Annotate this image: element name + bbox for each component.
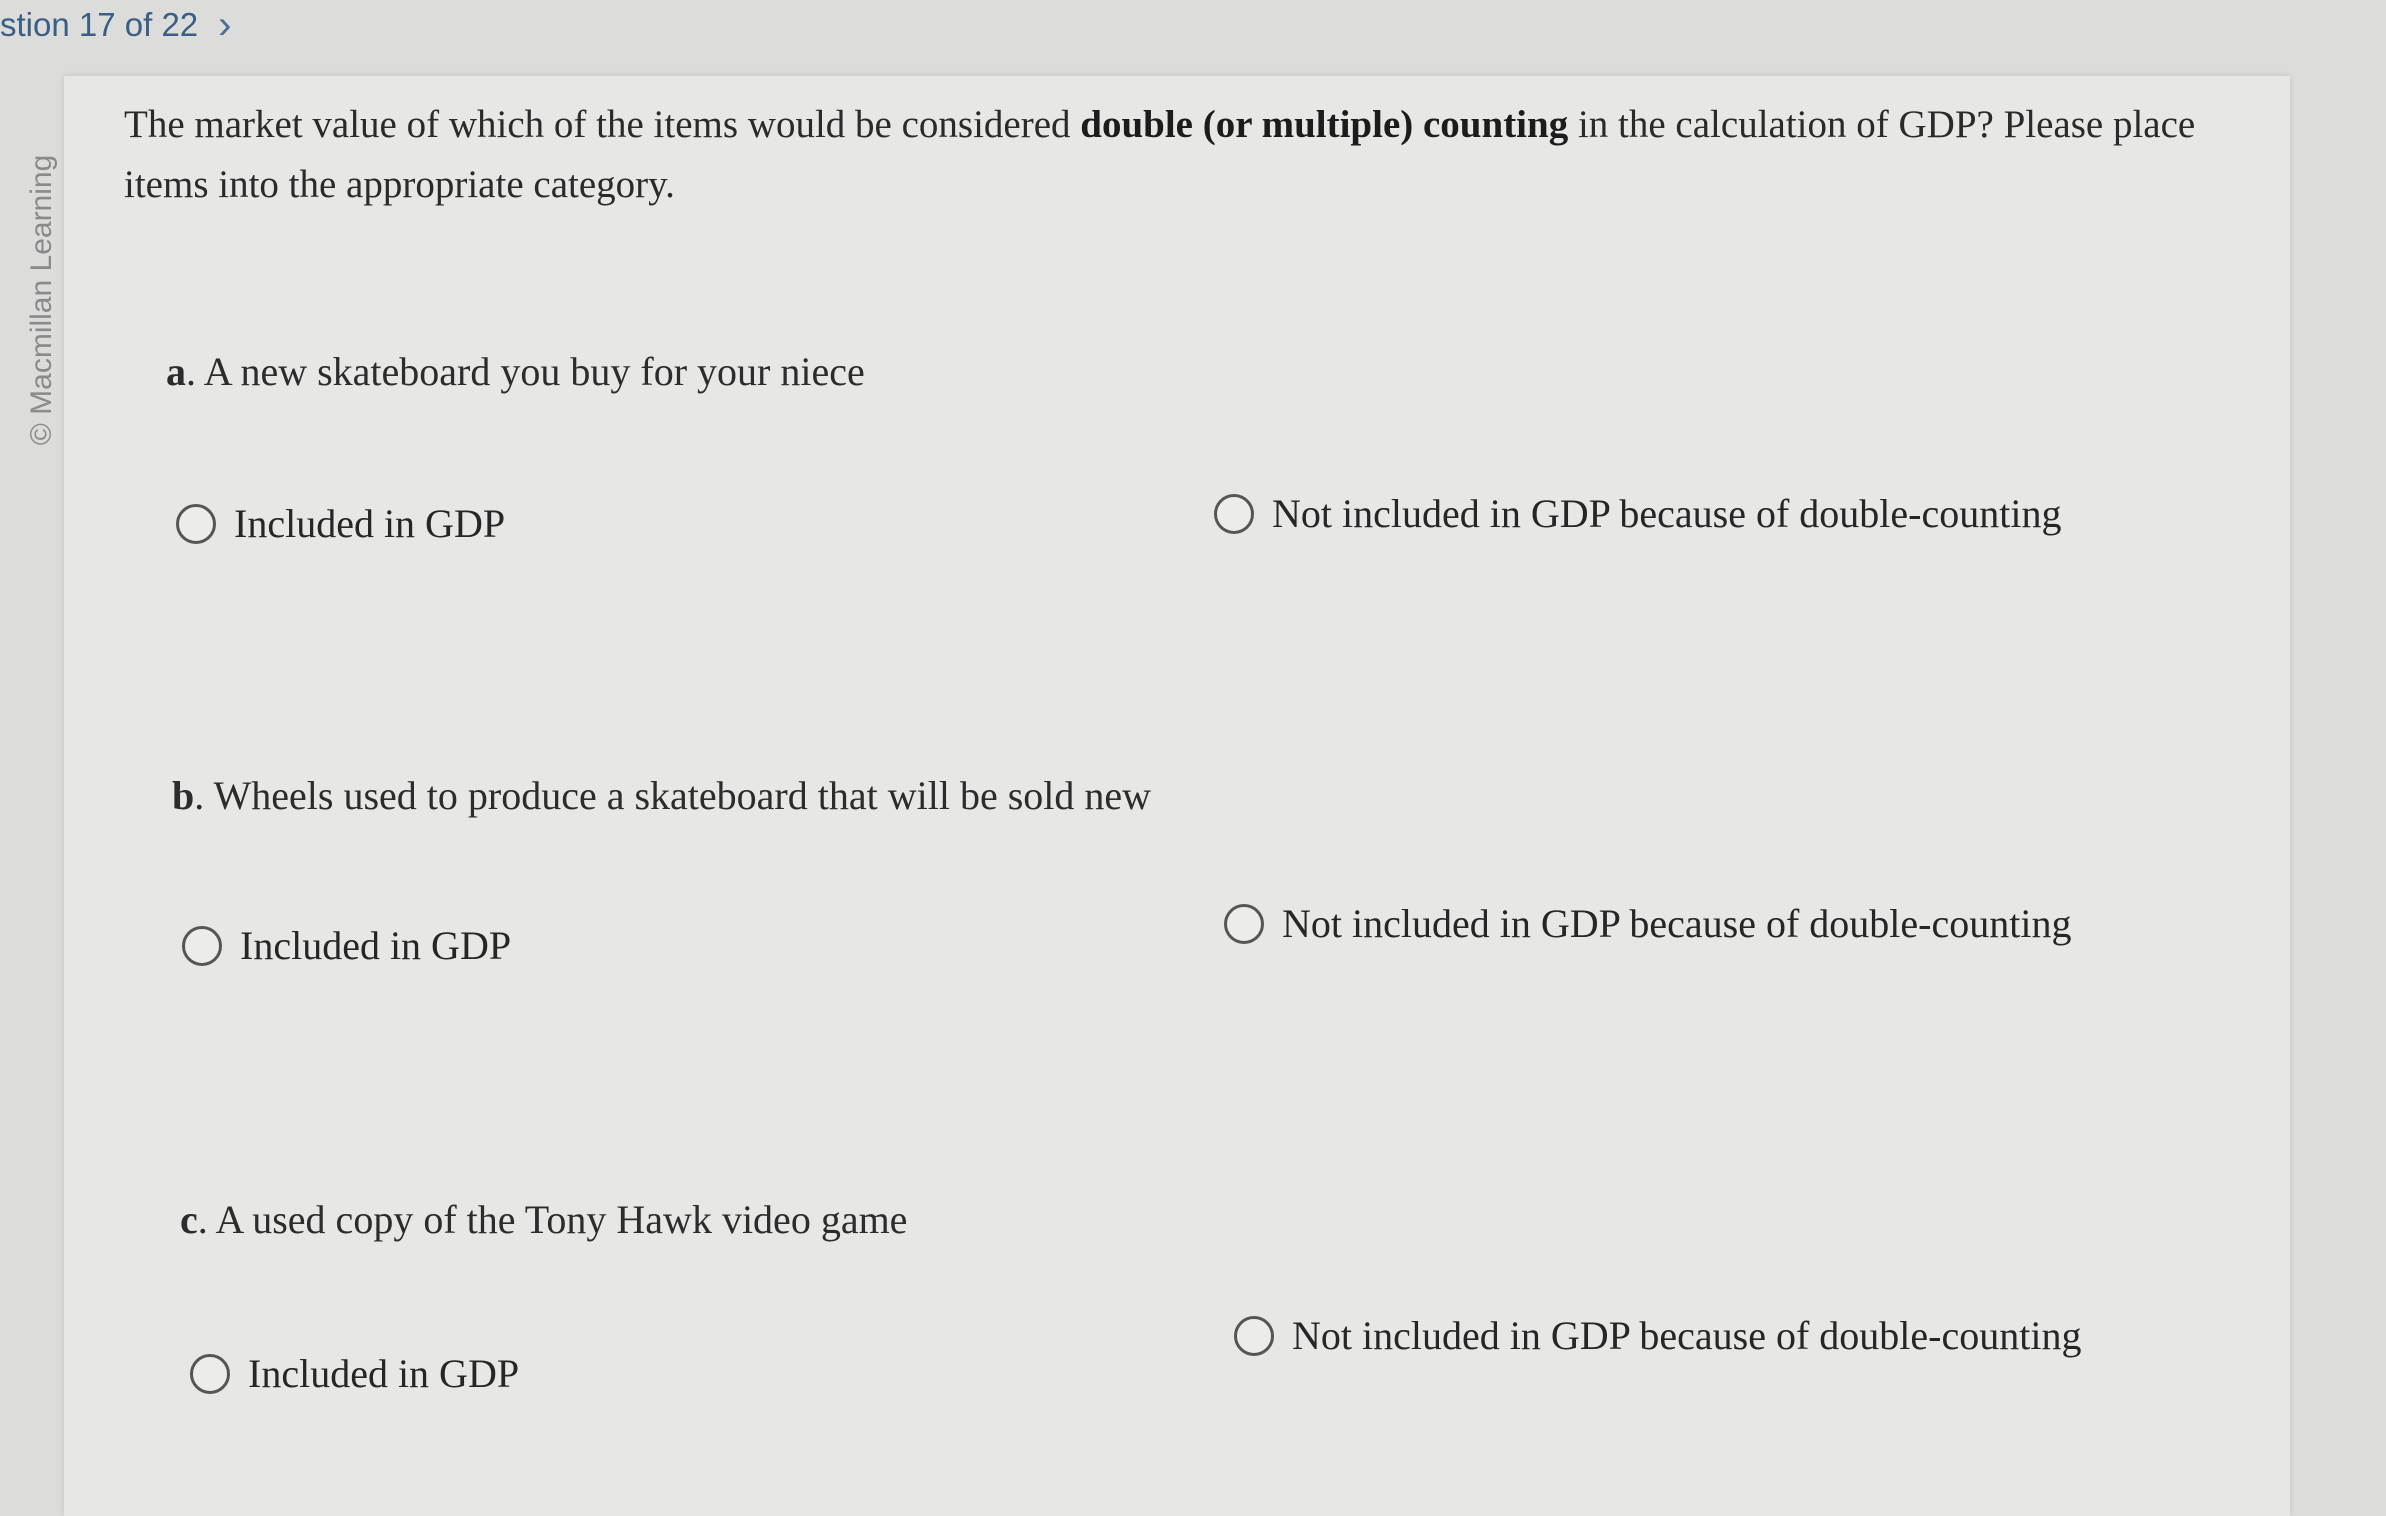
option-label: Included in GDP xyxy=(248,1351,520,1396)
chevron-right-icon[interactable]: › xyxy=(218,3,231,48)
question-counter: stion 17 of 22 xyxy=(0,6,199,43)
item-text: . A new skateboard you buy for your niec… xyxy=(186,349,865,394)
item-c-label: c. A used copy of the Tony Hawk video ga… xyxy=(180,1196,907,1243)
option-label: Not included in GDP because of double-co… xyxy=(1282,901,2072,946)
item-c-option-included[interactable]: Included in GDP xyxy=(190,1350,519,1397)
item-c-option-not-included[interactable]: Not included in GDP because of double-co… xyxy=(1234,1312,2081,1359)
question-prompt: The market value of which of the items w… xyxy=(124,95,2214,215)
item-a-option-not-included[interactable]: Not included in GDP because of double-co… xyxy=(1214,490,2061,537)
question-navigation: stion 17 of 22 › xyxy=(0,0,231,50)
option-label: Included in GDP xyxy=(240,923,512,968)
option-label: Included in GDP xyxy=(234,501,506,546)
radio-button[interactable] xyxy=(1214,493,1254,534)
item-letter: a xyxy=(166,349,186,394)
item-text: . Wheels used to produce a skateboard th… xyxy=(194,773,1152,818)
prompt-text: The market value of which of the items w… xyxy=(124,103,1081,146)
radio-button[interactable] xyxy=(182,925,222,966)
copyright-notice: © Macmillan Learning xyxy=(22,130,62,470)
item-letter: b xyxy=(172,773,195,818)
prompt-emphasis: double (or multiple) counting xyxy=(1080,103,1569,146)
item-letter: c xyxy=(180,1197,198,1242)
option-label: Not included in GDP because of double-co… xyxy=(1272,491,2062,536)
radio-button[interactable] xyxy=(176,503,216,544)
item-b-option-included[interactable]: Included in GDP xyxy=(182,922,511,969)
item-a-option-included[interactable]: Included in GDP xyxy=(176,500,505,547)
radio-button[interactable] xyxy=(190,1353,230,1394)
option-label: Not included in GDP because of double-co… xyxy=(1292,1313,2082,1358)
item-b-option-not-included[interactable]: Not included in GDP because of double-co… xyxy=(1224,900,2071,947)
copyright-text: © Macmillan Learning xyxy=(25,154,58,446)
radio-button[interactable] xyxy=(1234,1315,1274,1356)
item-text: . A used copy of the Tony Hawk video gam… xyxy=(197,1197,908,1242)
item-b-label: b. Wheels used to produce a skateboard t… xyxy=(172,772,1151,819)
radio-button[interactable] xyxy=(1224,903,1264,944)
item-a-label: a. A new skateboard you buy for your nie… xyxy=(166,348,865,395)
